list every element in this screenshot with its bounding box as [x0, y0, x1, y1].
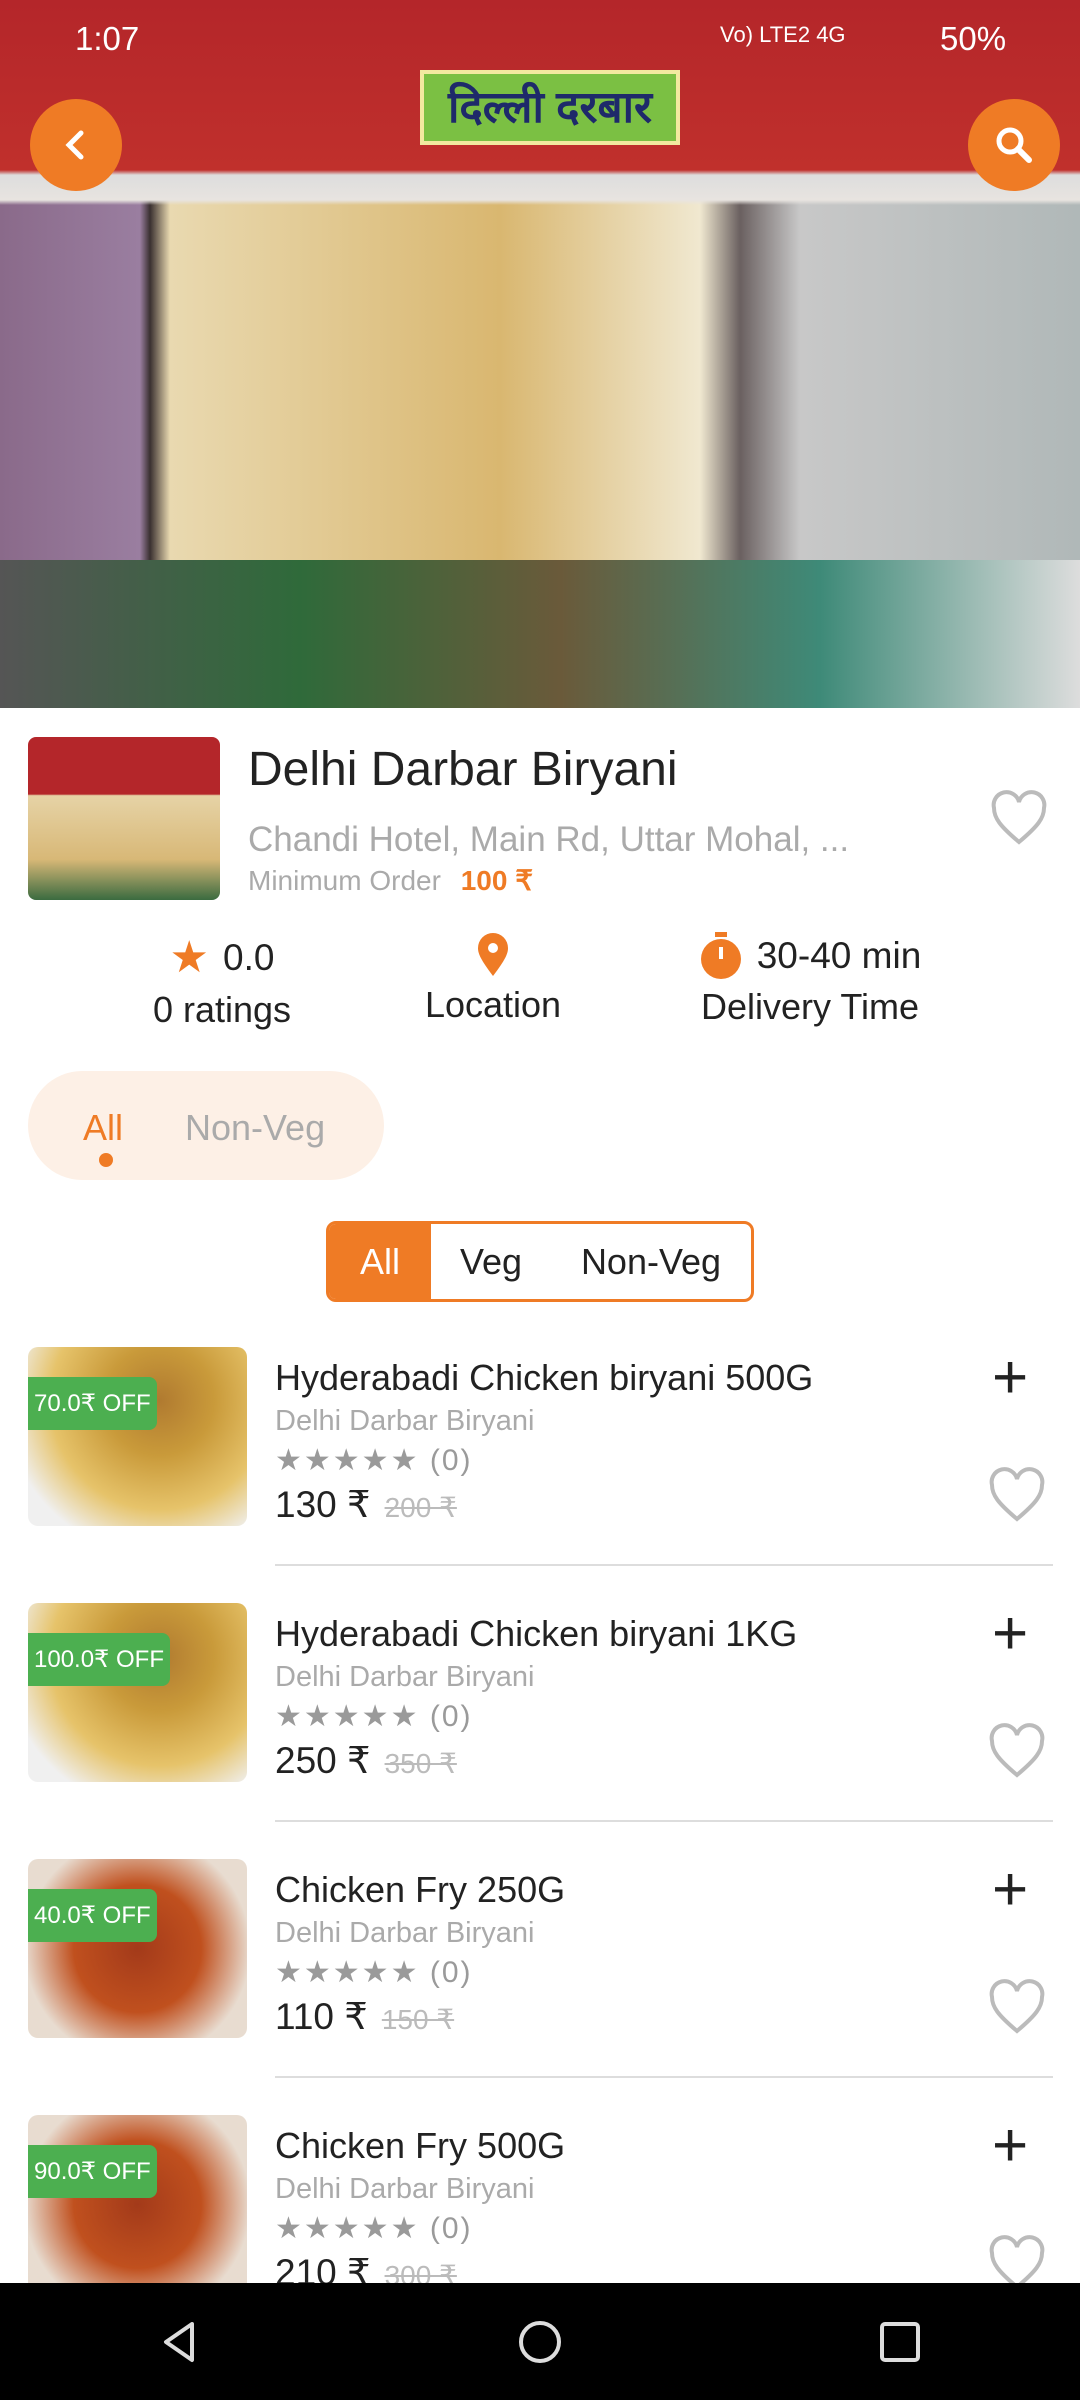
menu-item-restaurant: Delhi Darbar Biryani	[275, 2173, 535, 2205]
restaurant-hero-image: दिल्ली दरबार	[0, 0, 1080, 708]
segment-non-veg[interactable]: Non-Veg	[551, 1224, 751, 1299]
veg-filter-segmented: All Veg Non-Veg	[326, 1221, 754, 1302]
rating-stars-icon: ★★★★★	[275, 1700, 420, 1733]
menu-item-name: Hyderabadi Chicken biryani 500G	[275, 1357, 814, 1398]
discount-badge: 90.0₹ OFF	[28, 2145, 157, 2198]
status-time: 1:07	[75, 20, 140, 57]
menu-item-image: 90.0₹ OFF	[28, 2115, 247, 2294]
delivery-label: Delivery Time	[700, 986, 920, 1027]
pill-tab-all[interactable]: All	[83, 1107, 123, 1149]
menu-item[interactable]: 100.0₹ OFF Hyderabadi Chicken biryani 1K…	[0, 1603, 1080, 1859]
menu-item-price: 250 ₹	[275, 1740, 371, 1781]
star-icon: ★	[169, 933, 209, 982]
menu-item-name: Hyderabadi Chicken biryani 1KG	[275, 1613, 798, 1654]
rating-value: 0.0	[223, 936, 275, 978]
pill-tab-non-veg[interactable]: Non-Veg	[185, 1107, 325, 1149]
segment-all[interactable]: All	[329, 1224, 431, 1299]
menu-item-restaurant: Delhi Darbar Biryani	[275, 1405, 535, 1437]
menu-item-old-price: 200 ₹	[384, 1492, 457, 1523]
discount-badge: 70.0₹ OFF	[28, 1377, 157, 1430]
discount-badge: 40.0₹ OFF	[28, 1889, 157, 1942]
favorite-restaurant-heart-icon[interactable]	[990, 790, 1048, 846]
location-pin-icon	[478, 933, 508, 976]
home-nav-icon[interactable]	[516, 2318, 564, 2366]
rating-stars-icon: ★★★★★	[275, 1956, 420, 1989]
recents-nav-icon[interactable]	[876, 2318, 924, 2366]
discount-badge: 100.0₹ OFF	[28, 1633, 170, 1686]
delivery-value: 30-40 min	[756, 935, 922, 976]
status-bar: 1:07 Vo) LTE2 4G 50%	[0, 0, 1080, 76]
rating-count: (0)	[429, 1700, 473, 1733]
favorite-heart-icon[interactable]	[988, 1723, 1046, 1779]
menu-item-image: 100.0₹ OFF	[28, 1603, 247, 1782]
segment-veg[interactable]: Veg	[431, 1224, 551, 1299]
menu-item-restaurant: Delhi Darbar Biryani	[275, 1661, 535, 1693]
search-button[interactable]	[968, 99, 1060, 191]
min-order-value: 100 ₹	[460, 865, 534, 896]
add-to-cart-plus-icon[interactable]: +	[992, 1603, 1028, 1665]
delivery-stat: 30-40 min Delivery Time	[660, 932, 960, 1028]
category-pill-tabs: All Non-Veg	[28, 1071, 384, 1180]
add-to-cart-plus-icon[interactable]: +	[992, 1859, 1028, 1921]
location-stat[interactable]: Location	[343, 932, 643, 1026]
rating-count: (0)	[429, 1444, 473, 1477]
ratings-count: 0 ratings	[152, 989, 292, 1030]
menu-item-name: Chicken Fry 250G	[275, 1869, 566, 1910]
menu-item-name: Chicken Fry 500G	[275, 2125, 566, 2166]
battery-level: 50%	[940, 20, 1007, 57]
menu-item-price: 110 ₹	[275, 1996, 368, 2037]
rating-stat: ★ 0.0 0 ratings	[72, 932, 372, 1031]
menu-item[interactable]: 40.0₹ OFF Chicken Fry 250G Delhi Darbar …	[0, 1859, 1080, 2115]
add-to-cart-plus-icon[interactable]: +	[992, 1347, 1028, 1409]
rating-stars-icon: ★★★★★	[275, 2212, 420, 2245]
network-indicator: Vo) LTE2 4G	[720, 22, 846, 47]
timer-icon	[700, 932, 741, 979]
restaurant-name: Delhi Darbar Biryani	[248, 743, 678, 796]
favorite-heart-icon[interactable]	[988, 1979, 1046, 2035]
restaurant-address: Chandi Hotel, Main Rd, Uttar Mohal, ...	[248, 820, 850, 859]
add-to-cart-plus-icon[interactable]: +	[992, 2115, 1028, 2177]
active-tab-dot	[99, 1153, 113, 1167]
favorite-heart-icon[interactable]	[988, 1467, 1046, 1523]
menu-item[interactable]: 70.0₹ OFF Hyderabadi Chicken biryani 500…	[0, 1347, 1080, 1603]
system-nav-bar	[0, 2283, 1080, 2400]
divider	[275, 2076, 1053, 2078]
divider	[275, 1820, 1053, 1822]
menu-item-old-price: 350 ₹	[384, 1748, 457, 1779]
menu-item-restaurant: Delhi Darbar Biryani	[275, 1917, 535, 1949]
menu-item-price: 130 ₹	[275, 1484, 371, 1525]
rating-count: (0)	[429, 2212, 473, 2245]
menu-item-image: 40.0₹ OFF	[28, 1859, 247, 2038]
back-button[interactable]	[30, 99, 122, 191]
restaurant-thumbnail	[28, 737, 220, 900]
min-order-label: Minimum Order	[248, 865, 441, 896]
shop-sign: दिल्ली दरबार	[420, 70, 680, 145]
back-nav-icon[interactable]	[156, 2318, 204, 2366]
rating-count: (0)	[429, 1956, 473, 1989]
chevron-left-icon	[65, 130, 84, 160]
location-label: Location	[424, 984, 562, 1025]
search-icon	[996, 127, 1032, 163]
menu-item-image: 70.0₹ OFF	[28, 1347, 247, 1526]
divider	[275, 1564, 1053, 1566]
rating-stars-icon: ★★★★★	[275, 1444, 420, 1477]
menu-item-old-price: 150 ₹	[381, 2004, 455, 2035]
